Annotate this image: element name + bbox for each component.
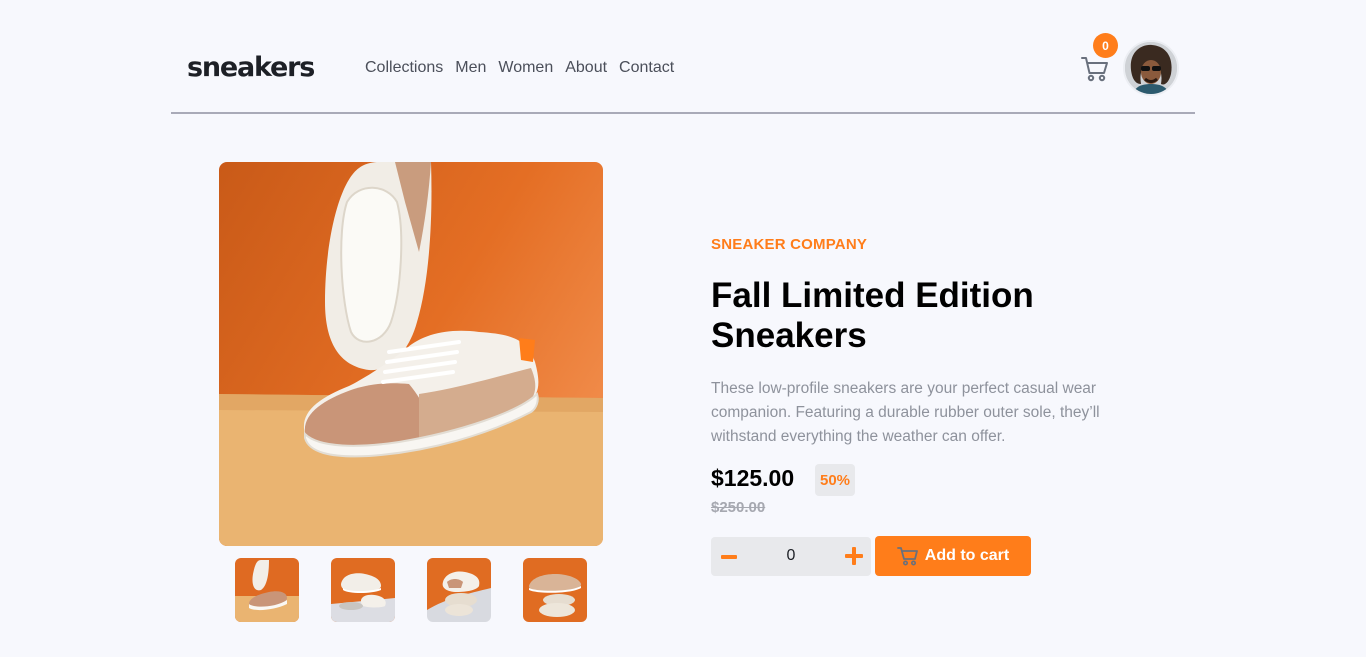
plus-icon[interactable]	[845, 547, 863, 565]
brand-logo[interactable]: sneakers	[187, 52, 315, 83]
minus-icon[interactable]	[720, 548, 738, 565]
nav-collections[interactable]: Collections	[365, 59, 443, 77]
nav-men[interactable]: Men	[455, 59, 486, 77]
main-nav: Collections Men Women About Contact	[365, 59, 674, 77]
add-to-cart-button[interactable]: Add to cart	[875, 536, 1031, 576]
thumbnail-3[interactable]	[427, 558, 491, 622]
discount-badge: 50%	[815, 464, 855, 496]
cart-icon	[896, 547, 918, 566]
site-header: sneakers Collections Men Women About Con…	[171, 30, 1195, 114]
nav-women[interactable]: Women	[498, 59, 553, 77]
product-main-image[interactable]	[219, 162, 603, 546]
cart-count-badge: 0	[1093, 33, 1118, 58]
quantity-value: 0	[786, 547, 796, 564]
current-price: $125.00	[711, 465, 795, 491]
quantity-stepper: 0	[711, 537, 871, 576]
original-price: $250.00	[711, 499, 766, 516]
thumbnail-2[interactable]	[331, 558, 395, 622]
avatar[interactable]	[1123, 40, 1179, 96]
nav-about[interactable]: About	[565, 59, 607, 77]
product-title: Fall Limited Edition Sneakers	[711, 276, 1034, 355]
thumbnail-1[interactable]	[235, 558, 299, 622]
cart-icon[interactable]	[1081, 56, 1109, 82]
company-label: SNEAKER COMPANY	[711, 236, 868, 253]
product-description: These low-profile sneakers are your perf…	[711, 380, 1100, 445]
thumbnail-4[interactable]	[523, 558, 587, 622]
add-to-cart-label: Add to cart	[924, 547, 1010, 564]
nav-contact[interactable]: Contact	[619, 59, 674, 77]
